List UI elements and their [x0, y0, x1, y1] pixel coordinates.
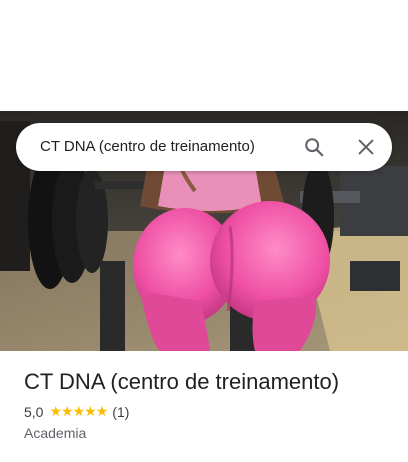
- place-category: Academia: [24, 425, 87, 441]
- place-info-panel[interactable]: CT DNA (centro de treinamento) 5,0 ★ ★ ★…: [0, 351, 408, 462]
- star-icon: ★: [84, 404, 97, 420]
- star-icon: ★: [61, 404, 74, 420]
- rating-row[interactable]: 5,0 ★ ★ ★ ★ ★ (1): [24, 403, 129, 421]
- star-icon: ★: [49, 404, 62, 420]
- star-rating: ★ ★ ★ ★ ★: [49, 404, 109, 420]
- search-bar[interactable]: CT DNA (centro de treinamento): [16, 123, 392, 171]
- star-icon: ★: [95, 404, 109, 420]
- search-input[interactable]: CT DNA (centro de treinamento): [40, 123, 255, 171]
- star-icon: ★: [72, 404, 86, 420]
- review-count[interactable]: (1): [112, 404, 129, 420]
- rating-value: 5,0: [24, 404, 44, 420]
- place-title[interactable]: CT DNA (centro de treinamento): [24, 369, 339, 395]
- search-icon[interactable]: [303, 136, 325, 158]
- close-icon[interactable]: [355, 136, 377, 158]
- map-blank-area: [0, 0, 408, 111]
